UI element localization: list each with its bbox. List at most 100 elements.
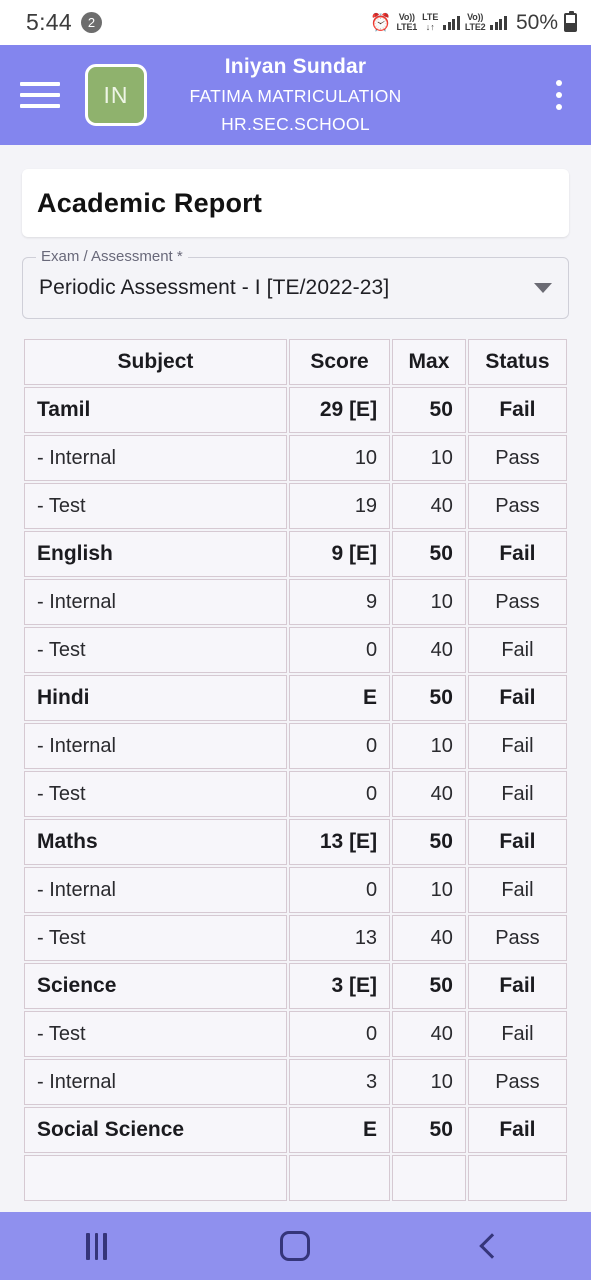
sim2-label: LTE2	[464, 21, 486, 32]
status-bar: 5:44 2 ⏰ Vo)) LTE1 LTE ↓↑ Vo)) LTE2 50%	[0, 0, 591, 45]
table-row: - Test 19 40 Pass	[24, 483, 567, 529]
table-row: Science 3 [E] 50 Fail	[24, 963, 567, 1009]
cell-max: 10	[392, 723, 466, 769]
cell-score: 3 [E]	[288, 963, 391, 1009]
cell-subject: Maths	[24, 819, 287, 865]
school-name-line1: FATIMA MATRICULATION	[189, 86, 402, 107]
exam-assessment-select[interactable]: Exam / Assessment * Periodic Assessment …	[22, 248, 569, 319]
chevron-down-icon[interactable]	[534, 283, 552, 293]
table-row: Maths 13 [E] 50 Fail	[24, 819, 567, 865]
cell-score: 0	[288, 627, 391, 673]
academic-report-table: Subject Score Max Status Tamil 29 [E] 50 Fa…	[22, 337, 569, 1203]
sim1-signal-bars-icon	[443, 15, 460, 30]
cell-subject: - Internal	[24, 435, 287, 481]
column-header-subject: Subject	[24, 339, 287, 385]
sim1-data-icon: LTE ↓↑	[422, 13, 438, 32]
table-body: Tamil 29 [E] 50 Fail - Internal 10 10 Pass - Tes…	[24, 387, 567, 1201]
cell-status	[467, 1155, 567, 1201]
table-row: - Test 0 40 Fail	[24, 627, 567, 673]
exam-assessment-label: Exam / Assessment *	[36, 248, 188, 265]
cell-max: 10	[392, 579, 466, 625]
cell-score: 10	[288, 435, 391, 481]
cell-status: Fail	[467, 531, 567, 577]
cell-score: 9 [E]	[288, 531, 391, 577]
cell-status: Fail	[467, 1011, 567, 1057]
status-bar-left: 5:44 2	[26, 9, 102, 36]
table-row	[24, 1155, 567, 1201]
cell-max: 10	[392, 435, 466, 481]
cell-max: 50	[392, 387, 466, 433]
cell-subject: Science	[24, 963, 287, 1009]
sim1-volte-icon: Vo)) LTE1	[396, 13, 418, 32]
cell-score	[288, 1155, 391, 1201]
cell-status: Fail	[467, 387, 567, 433]
cell-status: Pass	[467, 915, 567, 961]
cell-status: Fail	[467, 819, 567, 865]
back-icon[interactable]	[478, 1233, 505, 1259]
cell-score: 0	[288, 867, 391, 913]
cell-max: 10	[392, 1059, 466, 1105]
cell-status: Fail	[467, 867, 567, 913]
cell-subject: - Test	[24, 627, 287, 673]
cell-status: Pass	[467, 483, 567, 529]
cell-subject: Social Science	[24, 1107, 287, 1153]
more-vertical-icon[interactable]	[545, 71, 573, 119]
recent-apps-icon[interactable]	[86, 1232, 107, 1260]
cell-status: Fail	[467, 771, 567, 817]
data-transfer-arrows-icon: ↓↑	[425, 21, 435, 32]
cell-score: 0	[288, 723, 391, 769]
column-header-max: Max	[392, 339, 466, 385]
table-row: Hindi E 50 Fail	[24, 675, 567, 721]
cell-max: 50	[392, 1107, 466, 1153]
system-navigation-bar	[0, 1212, 591, 1280]
column-header-score: Score	[288, 339, 391, 385]
status-bar-right: ⏰ Vo)) LTE1 LTE ↓↑ Vo)) LTE2 50%	[370, 11, 577, 35]
cell-score: 3	[288, 1059, 391, 1105]
cell-subject: - Test	[24, 771, 287, 817]
clock-time: 5:44	[26, 9, 72, 35]
column-header-status: Status	[467, 339, 567, 385]
cell-max: 50	[392, 531, 466, 577]
home-icon[interactable]	[279, 1231, 310, 1261]
table-row: English 9 [E] 50 Fail	[24, 531, 567, 577]
cell-max: 40	[392, 1011, 466, 1057]
cell-status: Fail	[467, 963, 567, 1009]
app-bar: IN Iniyan Sundar FATIMA MATRICULATION HR…	[0, 45, 591, 145]
cell-score: E	[288, 675, 391, 721]
table-row: - Test 13 40 Pass	[24, 915, 567, 961]
cell-subject: - Test	[24, 915, 287, 961]
cell-score: E	[288, 1107, 391, 1153]
cell-status: Pass	[467, 1059, 567, 1105]
cell-subject: Tamil	[24, 387, 287, 433]
cell-score: 9	[288, 579, 391, 625]
cell-subject: Hindi	[24, 675, 287, 721]
cell-subject: - Test	[24, 1011, 287, 1057]
hamburger-menu-icon[interactable]	[20, 82, 60, 108]
cell-status: Pass	[467, 579, 567, 625]
cell-status: Pass	[467, 435, 567, 481]
cell-score: 19	[288, 483, 391, 529]
table-row: Social Science E 50 Fail	[24, 1107, 567, 1153]
cell-subject: - Internal	[24, 579, 287, 625]
avatar[interactable]: IN	[85, 64, 147, 126]
table-row: - Internal 0 10 Fail	[24, 867, 567, 913]
cell-status: Fail	[467, 675, 567, 721]
exam-assessment-value: Periodic Assessment - I [TE/2022-23]	[39, 276, 390, 299]
table-row: - Internal 9 10 Pass	[24, 579, 567, 625]
table-row: - Internal 3 10 Pass	[24, 1059, 567, 1105]
table-row: - Internal 0 10 Fail	[24, 723, 567, 769]
main-content: Academic Report Exam / Assessment * Peri…	[0, 145, 591, 1280]
cell-status: Fail	[467, 627, 567, 673]
table-row: - Test 0 40 Fail	[24, 1011, 567, 1057]
sim2-signal-bars-icon	[490, 15, 507, 30]
page-title-card: Academic Report	[22, 169, 569, 237]
cell-max: 50	[392, 963, 466, 1009]
cell-score: 13	[288, 915, 391, 961]
cell-max: 40	[392, 627, 466, 673]
sim1-label: LTE1	[396, 21, 418, 32]
cell-max: 40	[392, 915, 466, 961]
table-row: - Test 0 40 Fail	[24, 771, 567, 817]
cell-subject: - Internal	[24, 723, 287, 769]
cell-score: 13 [E]	[288, 819, 391, 865]
cell-status: Fail	[467, 1107, 567, 1153]
